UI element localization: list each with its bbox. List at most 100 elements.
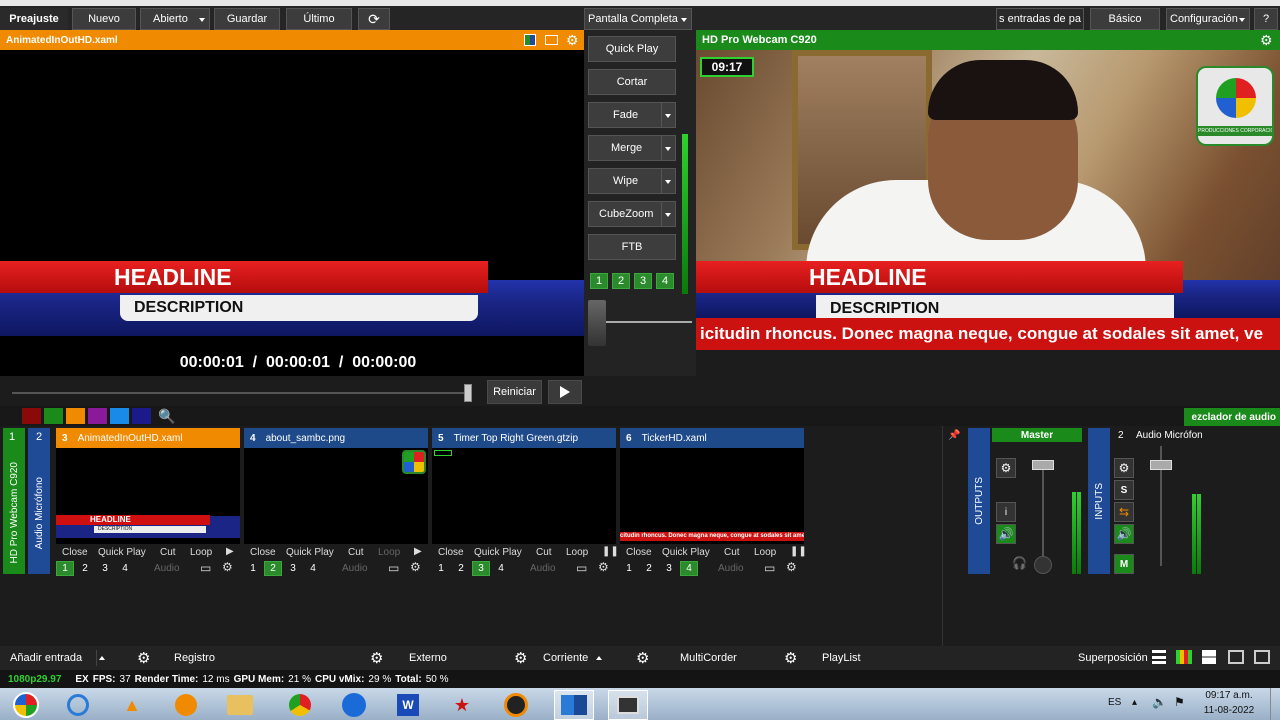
input-5-audio-button[interactable]: Audio: [530, 563, 556, 574]
multicorder-gear-icon[interactable]: ⚙: [636, 649, 649, 667]
input-5-overlay-3-button[interactable]: 3: [472, 561, 490, 576]
input-5-cut-button[interactable]: Cut: [536, 547, 552, 558]
monitor-icon[interactable]: ▭: [200, 561, 211, 575]
color-picker-icon[interactable]: [524, 34, 536, 46]
input-3-close-button[interactable]: Close: [62, 547, 88, 558]
volume-knob[interactable]: [1034, 556, 1052, 574]
input-4-thumbnail[interactable]: [244, 448, 428, 544]
monitor-icon[interactable]: ▭: [576, 561, 587, 575]
input-4-audio-button[interactable]: Audio: [342, 563, 368, 574]
monitor-icon[interactable]: ▭: [764, 561, 775, 575]
input-6-audio-button[interactable]: Audio: [718, 563, 744, 574]
input-5-quick-play-button[interactable]: Quick Play: [474, 547, 522, 558]
input-3-overlay-3-button[interactable]: 3: [96, 561, 114, 576]
speaker-tray-icon[interactable]: 🔈: [1152, 695, 1167, 709]
restart-button[interactable]: Reiniciar: [487, 380, 542, 404]
input-6-header[interactable]: 6 TickerHD.xaml: [620, 428, 804, 448]
gear-icon[interactable]: ⚙: [598, 560, 609, 574]
tbar-handle[interactable]: [588, 300, 606, 346]
menu-icon[interactable]: [1152, 650, 1166, 664]
ie-icon[interactable]: [58, 690, 98, 720]
input-4-cut-button[interactable]: Cut: [348, 547, 364, 558]
app-star-icon[interactable]: ★: [442, 690, 482, 720]
input-3-overlay-1-button[interactable]: 1: [56, 561, 74, 576]
color-tag-orange[interactable]: [66, 408, 85, 424]
input-3-cut-button[interactable]: Cut: [160, 547, 176, 558]
vlc-icon[interactable]: ▲: [112, 690, 152, 720]
last-button[interactable]: Último: [286, 8, 352, 30]
input-3-quick-play-button[interactable]: Quick Play: [98, 547, 146, 558]
grid-icon[interactable]: [1202, 650, 1216, 664]
app-circle-icon[interactable]: [496, 690, 536, 720]
input-6-loop-button[interactable]: Loop: [754, 547, 776, 558]
stream-dropdown[interactable]: [594, 650, 606, 666]
flag-tray-icon[interactable]: ⚑: [1174, 695, 1185, 709]
color-tag-green[interactable]: [44, 408, 63, 424]
fade-button[interactable]: Fade: [588, 102, 676, 128]
master-speaker-icon[interactable]: 🔊: [996, 524, 1016, 544]
play-button[interactable]: [548, 380, 582, 404]
ch2-speaker-icon[interactable]: 🔊: [1114, 524, 1134, 544]
bars-icon[interactable]: [1176, 650, 1192, 664]
input-4-overlay-3-button[interactable]: 3: [284, 561, 302, 576]
playlist-gear-icon[interactable]: ⚙: [784, 649, 797, 667]
pin-icon[interactable]: 📌: [948, 430, 962, 442]
input-6-cut-button[interactable]: Cut: [724, 547, 740, 558]
input-3-header[interactable]: 3 AnimatedInOutHD.xaml: [56, 428, 240, 448]
gear-icon[interactable]: ⚙: [410, 560, 421, 574]
fullscreen-button[interactable]: Pantalla Completa: [584, 8, 692, 30]
ftb-button[interactable]: FTB: [588, 234, 676, 260]
input-6-overlay-1-button[interactable]: 1: [620, 561, 638, 576]
new-button[interactable]: Nuevo: [72, 8, 136, 30]
pause-icon[interactable]: ❚❚: [790, 546, 807, 557]
wipe-button[interactable]: Wipe: [588, 168, 676, 194]
overlay-button[interactable]: Superposición: [1078, 648, 1148, 668]
input-3-thumbnail[interactable]: HEADLINE DESCRIPTION: [56, 448, 240, 544]
teamviewer-icon[interactable]: [334, 690, 374, 720]
input-5-header[interactable]: 5 Timer Top Right Green.gtzip: [432, 428, 616, 448]
transition-1-button[interactable]: 1: [590, 273, 608, 289]
help-button[interactable]: ?: [1254, 8, 1278, 30]
ch2-route-icon[interactable]: ⇆: [1114, 502, 1134, 522]
refresh-icon[interactable]: ⟳: [358, 8, 390, 30]
word-icon[interactable]: W: [388, 690, 428, 720]
master-fader-handle[interactable]: [1032, 460, 1054, 470]
gear-icon[interactable]: ⚙: [786, 560, 797, 574]
input-6-thumbnail[interactable]: citudin rhoncus. Donec magna neque, cong…: [620, 448, 804, 544]
master-info-button[interactable]: i: [996, 502, 1016, 522]
gear-icon[interactable]: ⚙: [566, 32, 579, 49]
folder-icon[interactable]: [220, 690, 260, 720]
input-4-loop-button[interactable]: Loop: [378, 547, 400, 558]
input-5-thumbnail[interactable]: [432, 448, 616, 544]
input-5-overlay-4-button[interactable]: 4: [492, 561, 510, 576]
ch2-mute-button[interactable]: M: [1114, 554, 1134, 574]
headphones-icon[interactable]: 🎧: [1012, 556, 1027, 570]
input-6-overlay-2-button[interactable]: 2: [640, 561, 658, 576]
vmix-taskbar-icon[interactable]: [554, 690, 594, 720]
input-6-close-button[interactable]: Close: [626, 547, 652, 558]
window-icon[interactable]: [545, 35, 558, 45]
color-tag-navy[interactable]: [132, 408, 151, 424]
color-tag-blue[interactable]: [110, 408, 129, 424]
taskbar-time[interactable]: 09:17 a.m.: [1196, 690, 1262, 701]
media-player-icon[interactable]: [166, 690, 206, 720]
playlist-button[interactable]: PlayList: [822, 648, 861, 668]
start-button[interactable]: [4, 690, 48, 720]
ch2-settings-gear-icon[interactable]: ⚙: [1114, 458, 1134, 478]
merge-button[interactable]: Merge: [588, 135, 676, 161]
input-4-overlay-2-button[interactable]: 2: [264, 561, 282, 576]
inputs-button[interactable]: s entradas de pa: [996, 8, 1084, 30]
add-input-dropdown[interactable]: [96, 650, 108, 666]
input-4-overlay-4-button[interactable]: 4: [304, 561, 322, 576]
gear-icon[interactable]: ⚙: [1260, 32, 1273, 49]
preset-button[interactable]: Preajuste: [0, 8, 68, 30]
screen-icon[interactable]: [1254, 650, 1270, 664]
cut-button[interactable]: Cortar: [588, 69, 676, 95]
preview-seekbar[interactable]: [12, 392, 464, 394]
open-button[interactable]: Abierto: [140, 8, 210, 30]
input-2-audio[interactable]: 2 Audio Micrófono: [28, 428, 50, 574]
stream-gear-icon[interactable]: ⚙: [514, 649, 527, 667]
show-desktop-button[interactable]: [1270, 688, 1280, 720]
search-icon[interactable]: 🔍: [158, 408, 175, 425]
ch2-solo-button[interactable]: S: [1114, 480, 1134, 500]
